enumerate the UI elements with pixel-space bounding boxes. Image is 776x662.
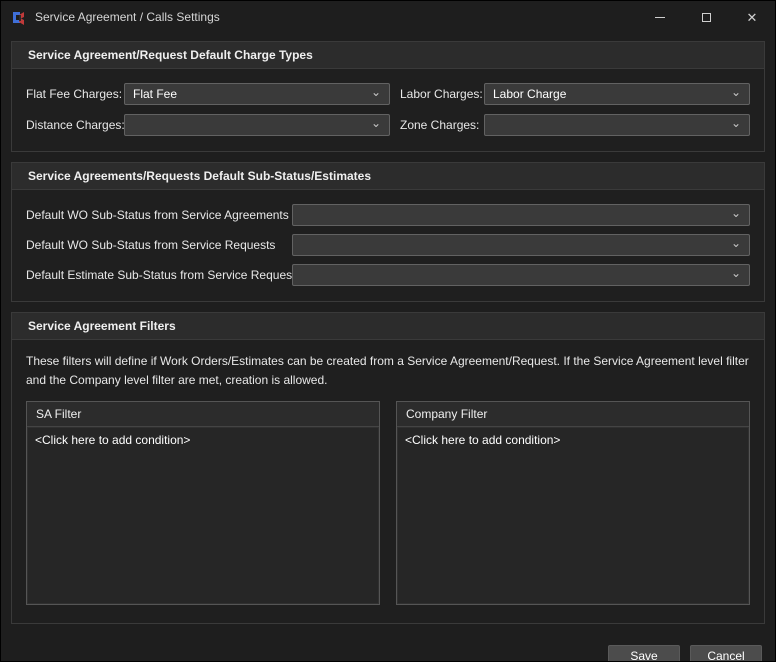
chevron-down-icon: ⌄ xyxy=(731,208,741,218)
substatus-row-3: Default Estimate Sub-Status from Service… xyxy=(26,264,750,286)
sa-filter-title: SA Filter xyxy=(27,402,379,427)
section-sub-status-body: Default WO Sub-Status from Service Agree… xyxy=(12,190,764,301)
close-icon: ✕ xyxy=(747,11,758,24)
sa-filter-add-condition[interactable]: <Click here to add condition> xyxy=(35,433,190,447)
dialog-footer: Save Cancel xyxy=(1,634,775,662)
filters-description: These filters will define if Work Orders… xyxy=(12,340,764,401)
labor-charges-label: Labor Charges: xyxy=(390,87,484,101)
chevron-down-icon: ⌄ xyxy=(731,238,741,248)
section-sub-status: Service Agreements/Requests Default Sub-… xyxy=(11,162,765,302)
chevron-down-icon: ⌄ xyxy=(371,118,381,128)
company-filter-panel: Company Filter <Click here to add condit… xyxy=(396,401,750,605)
section-charge-types-title: Service Agreement/Request Default Charge… xyxy=(12,42,764,69)
chevron-down-icon: ⌄ xyxy=(371,87,381,97)
settings-window: Service Agreement / Calls Settings ✕ Ser… xyxy=(0,0,776,662)
company-filter-add-condition[interactable]: <Click here to add condition> xyxy=(405,433,560,447)
flat-fee-charges-value: Flat Fee xyxy=(133,87,177,101)
section-charge-types-body: Flat Fee Charges: Flat Fee ⌄ Labor Charg… xyxy=(12,69,764,151)
flat-fee-charges-dropdown[interactable]: Flat Fee ⌄ xyxy=(124,83,390,105)
flat-fee-charges-label: Flat Fee Charges: xyxy=(26,87,124,101)
section-sub-status-title: Service Agreements/Requests Default Sub-… xyxy=(12,163,764,190)
wo-substatus-requests-label: Default WO Sub-Status from Service Reque… xyxy=(26,238,292,252)
minimize-icon xyxy=(655,17,665,18)
chevron-down-icon: ⌄ xyxy=(731,268,741,278)
chevron-down-icon: ⌄ xyxy=(731,118,741,128)
sa-filter-body: <Click here to add condition> xyxy=(27,427,379,604)
save-button[interactable]: Save xyxy=(608,645,680,662)
section-filters-title: Service Agreement Filters xyxy=(12,313,764,340)
cancel-button[interactable]: Cancel xyxy=(690,645,762,662)
charge-row-2: Distance Charges: ⌄ Zone Charges: ⌄ xyxy=(26,114,750,136)
company-filter-body: <Click here to add condition> xyxy=(397,427,749,604)
company-filter-title: Company Filter xyxy=(397,402,749,427)
substatus-row-1: Default WO Sub-Status from Service Agree… xyxy=(26,204,750,226)
wo-substatus-agreements-label: Default WO Sub-Status from Service Agree… xyxy=(26,208,292,222)
filter-panels: SA Filter <Click here to add condition> … xyxy=(12,401,764,623)
zone-charges-label: Zone Charges: xyxy=(390,118,484,132)
labor-charges-dropdown[interactable]: Labor Charge ⌄ xyxy=(484,83,750,105)
substatus-row-2: Default WO Sub-Status from Service Reque… xyxy=(26,234,750,256)
close-button[interactable]: ✕ xyxy=(729,1,775,33)
distance-charges-dropdown[interactable]: ⌄ xyxy=(124,114,390,136)
chevron-down-icon: ⌄ xyxy=(731,87,741,97)
maximize-icon xyxy=(702,13,711,22)
wo-substatus-requests-dropdown[interactable]: ⌄ xyxy=(292,234,750,256)
estimate-substatus-requests-dropdown[interactable]: ⌄ xyxy=(292,264,750,286)
labor-charges-value: Labor Charge xyxy=(493,87,566,101)
estimate-substatus-requests-label: Default Estimate Sub-Status from Service… xyxy=(26,268,292,282)
window-title: Service Agreement / Calls Settings xyxy=(35,10,637,24)
section-filters: Service Agreement Filters These filters … xyxy=(11,312,765,624)
app-icon xyxy=(10,9,26,25)
minimize-button[interactable] xyxy=(637,1,683,33)
dialog-content: Service Agreement/Request Default Charge… xyxy=(1,33,775,634)
distance-charges-label: Distance Charges: xyxy=(26,118,124,132)
wo-substatus-agreements-dropdown[interactable]: ⌄ xyxy=(292,204,750,226)
window-controls: ✕ xyxy=(637,1,775,33)
section-charge-types: Service Agreement/Request Default Charge… xyxy=(11,41,765,152)
titlebar[interactable]: Service Agreement / Calls Settings ✕ xyxy=(1,1,775,33)
charge-row-1: Flat Fee Charges: Flat Fee ⌄ Labor Charg… xyxy=(26,83,750,105)
sa-filter-panel: SA Filter <Click here to add condition> xyxy=(26,401,380,605)
maximize-button[interactable] xyxy=(683,1,729,33)
zone-charges-dropdown[interactable]: ⌄ xyxy=(484,114,750,136)
